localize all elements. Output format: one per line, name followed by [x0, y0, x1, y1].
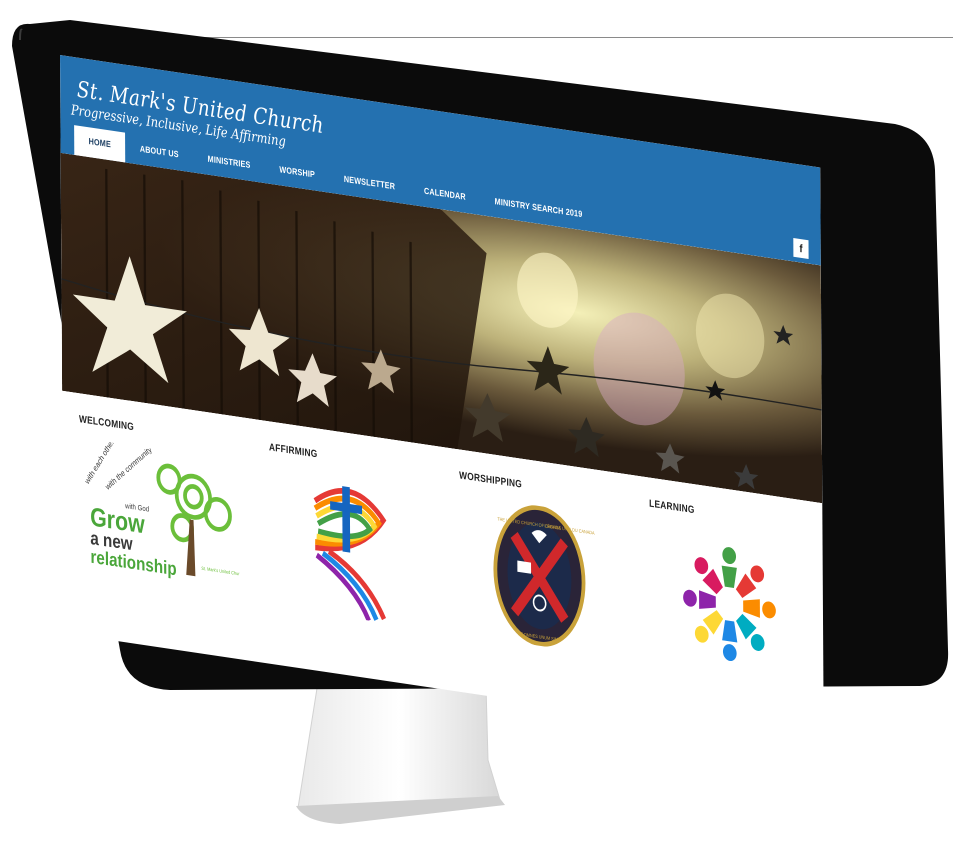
section-heading: WELCOMING [78, 413, 135, 434]
united-church-crest[interactable]: THE UNITED CHURCH OF CANADA L'ÉGLISE UNI… [459, 494, 620, 658]
logo-text-st-marks: St. Mark's United Church [201, 565, 239, 577]
grow-relationship-logo[interactable]: with each other with the community with … [79, 438, 239, 602]
section-affirming: AFFIRMING [252, 419, 444, 690]
section-worshipping: WORSHIPPING THE UNITED CHURCH OF CANADA … [442, 447, 634, 718]
website-screen: St. Mark's United Church Progressive, In… [60, 55, 824, 746]
logo-text-relationship: relationship [90, 546, 176, 579]
rainbow-cross-logo[interactable] [269, 466, 430, 630]
section-heading: AFFIRMING [268, 441, 318, 461]
section-heading: WORSHIPPING [459, 469, 523, 491]
facebook-icon[interactable]: f [793, 238, 809, 259]
section-heading: LEARNING [649, 498, 695, 516]
section-learning: LEARNING [632, 475, 824, 746]
people-circle-icon[interactable] [649, 522, 810, 686]
section-welcoming: WELCOMING with each other with the commu… [62, 391, 254, 662]
